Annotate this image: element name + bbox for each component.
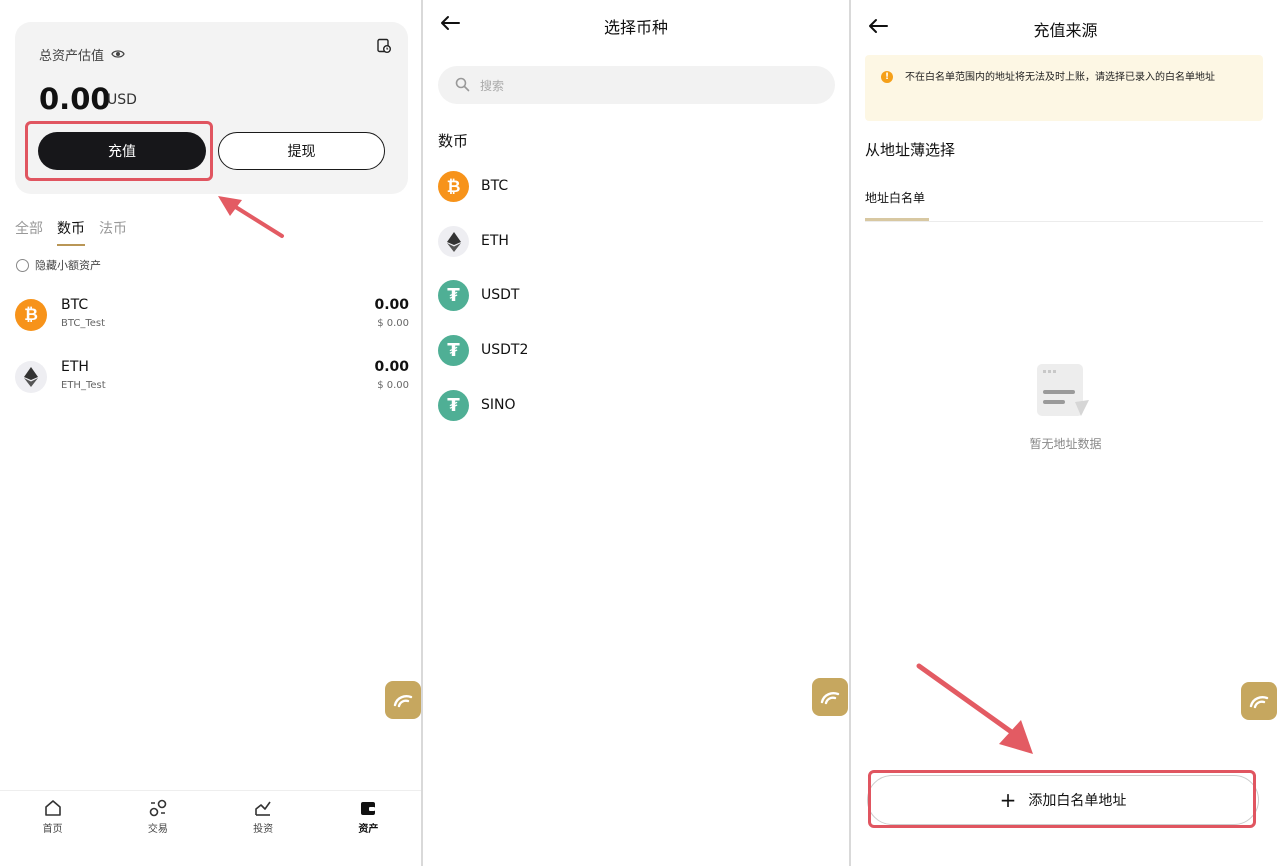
chat-icon: [393, 695, 413, 708]
btc-icon: ₿: [438, 171, 469, 202]
tab-divider: [865, 221, 1263, 222]
deposit-source-panel: 充值来源 ! 不在白名单范围内的地址将无法及时上账，请选择已录入的白名单地址 从…: [851, 0, 1280, 866]
currency-symbol: BTC: [481, 178, 509, 194]
search-input[interactable]: 搜索: [438, 66, 835, 104]
coin-usd-value: $ 0.00: [377, 318, 409, 329]
coin-name: BTC_Test: [61, 318, 106, 329]
tether-icon: ₮: [438, 280, 469, 311]
eth-icon: [438, 226, 469, 257]
page-title: 选择币种: [603, 18, 668, 37]
asset-total-unit: USD: [107, 92, 137, 108]
btc-icon: ₿: [15, 299, 47, 331]
asset-list-item[interactable]: ETH ETH_Test 0.00 $ 0.00: [15, 356, 409, 402]
tab-address-whitelist[interactable]: 地址白名单: [865, 189, 925, 206]
radio-icon: [16, 258, 29, 272]
support-fab-button[interactable]: [812, 678, 848, 716]
nav-home[interactable]: 首页: [0, 791, 105, 866]
coin-amount: 0.00: [374, 297, 409, 313]
nav-trade[interactable]: 交易: [105, 791, 210, 866]
wallet-icon: [361, 802, 376, 815]
search-icon: [455, 77, 470, 92]
nav-assets[interactable]: 资产: [316, 791, 421, 866]
chat-icon: [820, 692, 840, 705]
asset-list-item[interactable]: ₿ BTC BTC_Test 0.00 $ 0.00: [15, 294, 409, 340]
withdraw-button[interactable]: 提现: [218, 132, 385, 170]
nav-label: 资产: [358, 824, 379, 835]
empty-document-icon: [1037, 364, 1089, 416]
active-tab-indicator: [865, 218, 929, 221]
asset-total-label: 总资产估值: [39, 49, 105, 64]
annotation-arrow: [916, 663, 1033, 754]
chat-icon: [1249, 696, 1269, 709]
currency-symbol: USDT2: [481, 342, 529, 358]
asset-total-value: 0.00: [39, 82, 111, 116]
coin-name: ETH_Test: [61, 380, 106, 391]
eth-icon: [15, 361, 47, 393]
trade-icon: [149, 799, 167, 817]
deposit-button[interactable]: 充值: [38, 132, 206, 170]
coin-symbol: ETH: [61, 359, 89, 375]
currency-symbol: SINO: [481, 397, 516, 413]
currency-symbol: USDT: [481, 287, 520, 303]
annotation-arrow: [218, 196, 284, 238]
add-button-label: 添加白名单地址: [1028, 793, 1127, 809]
coin-amount: 0.00: [374, 359, 409, 375]
tab-crypto[interactable]: 数币: [57, 218, 85, 246]
currency-list-item[interactable]: ₮ USDT: [438, 276, 835, 316]
nav-label: 交易: [147, 824, 168, 835]
section-title: 从地址薄选择: [865, 141, 956, 159]
support-fab-button[interactable]: [385, 681, 421, 719]
notice-text: 不在白名单范围内的地址将无法及时上账，请选择已录入的白名单地址: [905, 72, 1215, 83]
currency-list-item[interactable]: ₮ USDT2: [438, 331, 835, 371]
bottom-navigation: 首页 交易 投资 资产: [0, 790, 421, 866]
currency-list-item[interactable]: ₿ BTC: [438, 167, 835, 207]
empty-state-text: 暂无地址数据: [1029, 437, 1102, 451]
assets-panel: 总资产估值 0.00 USD 充值 提现 全部 数币 法币 隐藏小额资产 ₿ B…: [0, 0, 421, 866]
tab-all[interactable]: 全部: [15, 218, 43, 246]
coin-usd-value: $ 0.00: [377, 380, 409, 391]
tether-icon: ₮: [438, 335, 469, 366]
invest-icon: [255, 801, 271, 816]
history-icon[interactable]: [376, 38, 392, 54]
eye-icon[interactable]: [111, 47, 125, 61]
page-title: 充值来源: [1033, 21, 1098, 40]
coin-symbol: BTC: [61, 297, 89, 313]
section-title: 数币: [438, 132, 469, 150]
currency-symbol: ETH: [481, 233, 509, 249]
support-fab-button[interactable]: [1241, 682, 1277, 720]
nav-label: 首页: [42, 824, 63, 835]
tether-icon: ₮: [438, 390, 469, 421]
whitelist-notice: ! 不在白名单范围内的地址将无法及时上账，请选择已录入的白名单地址: [865, 55, 1263, 121]
plus-icon: +: [999, 788, 1017, 812]
tab-fiat[interactable]: 法币: [99, 218, 127, 246]
currency-list-item[interactable]: ETH: [438, 222, 835, 262]
hide-small-toggle[interactable]: 隐藏小额资产: [16, 257, 101, 273]
asset-tabs: 全部 数币 法币: [15, 218, 127, 246]
asset-summary-card: 总资产估值 0.00 USD 充值 提现: [15, 22, 408, 194]
currency-list-item[interactable]: ₮ SINO: [438, 386, 835, 426]
search-placeholder: 搜索: [480, 79, 505, 93]
nav-label: 投资: [253, 824, 274, 835]
hide-small-label: 隐藏小额资产: [35, 259, 101, 272]
warning-icon: !: [881, 71, 893, 83]
select-currency-panel: 选择币种 搜索 数币 ₿ BTC ETH ₮ USDT ₮ USDT2 ₮ SI…: [423, 0, 849, 866]
home-icon: [44, 800, 61, 816]
nav-invest[interactable]: 投资: [211, 791, 316, 866]
add-whitelist-address-button[interactable]: + 添加白名单地址: [867, 775, 1259, 825]
